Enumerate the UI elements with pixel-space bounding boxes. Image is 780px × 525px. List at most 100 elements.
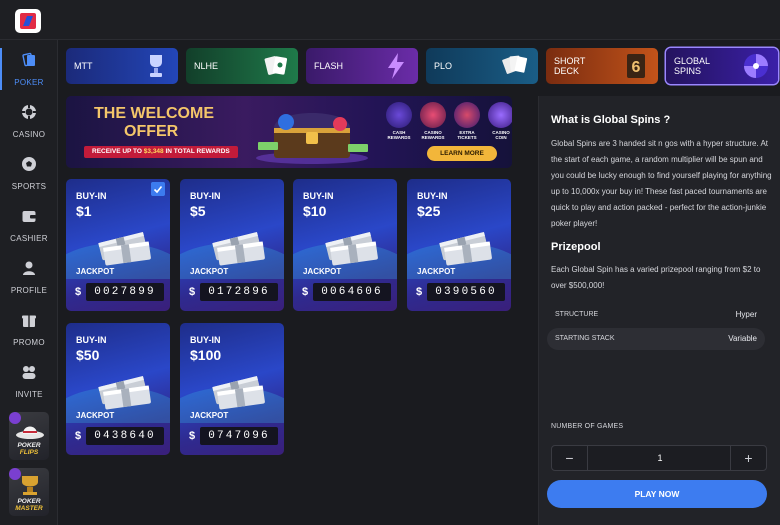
buyin-card[interactable]: BUY-IN $25 JACKPOT $0390560 — [407, 179, 511, 311]
games-quantity-input[interactable] — [589, 446, 731, 470]
banner-title-line2: OFFER — [124, 123, 179, 140]
jackpot-counter: 0064606 — [313, 283, 391, 301]
sidebar-item-label: PROMO — [13, 338, 45, 347]
promo-tile-line2: FLIPS — [19, 449, 39, 456]
banner-title: THE WELCOME OFFER — [94, 105, 214, 141]
sidebar-item-label: POKER — [14, 78, 44, 87]
cash-stack-icon — [439, 231, 492, 266]
jackpot-label: JACKPOT — [303, 267, 342, 276]
poker-flips-tile[interactable]: POKER FLIPS — [9, 412, 49, 460]
currency-symbol: $ — [301, 286, 309, 298]
sidebar-item-casino[interactable]: CASINO — [0, 98, 58, 146]
tab-short-deck[interactable]: SHORT DECK 6 — [546, 48, 658, 84]
decrement-button[interactable]: − — [552, 446, 588, 470]
sidebar-item-poker[interactable]: POKER — [0, 46, 58, 94]
reward-cash: CASH REWARDS — [384, 102, 414, 140]
tab-mtt[interactable]: MTT — [66, 48, 178, 84]
tab-flash[interactable]: FLASH — [306, 48, 418, 84]
reward-label: COIN — [495, 135, 507, 140]
banner-receive-strip: RECEIVE UP TO $3,348 IN TOTAL REWARDS — [84, 146, 238, 158]
tab-label: FLASH — [314, 61, 344, 71]
sidebar: POKER CASINO SPORTS CASHIER PROFILE PROM… — [0, 40, 58, 525]
currency-symbol: $ — [74, 430, 82, 442]
number-of-games-label: NUMBER OF GAMES — [551, 423, 624, 430]
wallet-icon — [22, 211, 36, 222]
starting-stack-row: STARTING STACK Variable — [547, 328, 765, 350]
currency-symbol: $ — [188, 286, 196, 298]
gift-icon — [22, 315, 36, 327]
increment-button[interactable]: + — [730, 446, 766, 470]
reward-coin: CASINO COIN — [486, 102, 512, 140]
reward-label: REWARDS — [421, 135, 445, 140]
buyin-amount: $25 — [417, 203, 441, 219]
poker-master-tile[interactable]: POKER MASTER — [9, 468, 49, 516]
cowboy-hat-icon — [16, 426, 44, 439]
tab-global-spins[interactable]: GLOBAL SPINS — [666, 48, 778, 84]
sidebar-item-profile[interactable]: PROFILE — [0, 254, 58, 302]
cash-stack-icon — [212, 231, 265, 266]
casino-reward-icon — [420, 102, 446, 128]
reward-casino: CASINO REWARDS — [418, 102, 448, 140]
jackpot-label: JACKPOT — [417, 267, 456, 276]
row-label: STARTING STACK — [555, 335, 615, 342]
jackpot-counter: 0390560 — [427, 283, 505, 301]
cash-reward-icon — [386, 102, 412, 128]
buyin-card[interactable]: BUY-IN $5 JACKPOT $0172896 — [180, 179, 284, 311]
buyin-label: BUY-IN — [76, 191, 107, 201]
buyin-label: BUY-IN — [190, 335, 221, 345]
buyin-label: BUY-IN — [190, 191, 221, 201]
buyin-card[interactable]: BUY-IN $10 JACKPOT $0064606 — [293, 179, 397, 311]
selected-check-icon — [151, 182, 165, 196]
sidebar-item-invite[interactable]: INVITE — [0, 358, 58, 406]
cash-stack-icon — [325, 231, 378, 266]
poker-icon — [22, 52, 35, 67]
jackpot-label: JACKPOT — [190, 267, 229, 276]
prizepool-description: Each Global Spin has a varied prizepool … — [551, 265, 761, 290]
sidebar-item-cashier[interactable]: CASHIER — [0, 202, 58, 250]
jackpot-counter: 0172896 — [200, 283, 278, 301]
banner-title-line1: THE WELCOME — [94, 105, 214, 122]
currency-symbol: $ — [188, 430, 196, 442]
buyin-card[interactable]: BUY-IN $50 JACKPOT $0438640 — [66, 323, 170, 455]
app-root: POKER CASINO SPORTS CASHIER PROFILE PROM… — [0, 0, 780, 525]
top-bar — [0, 0, 780, 40]
promo-tile-line1: POKER — [17, 442, 41, 449]
cash-stack-icon — [98, 375, 151, 410]
cash-stack-icon — [98, 231, 151, 266]
reward-label: REWARDS — [387, 135, 411, 140]
sidebar-item-sports[interactable]: SPORTS — [0, 150, 58, 198]
welcome-offer-banner[interactable]: THE WELCOME OFFER RECEIVE UP TO $3,348 I… — [66, 96, 512, 168]
play-now-button[interactable]: PLAY NOW — [547, 480, 767, 508]
lightning-icon — [388, 53, 404, 79]
currency-symbol: $ — [74, 286, 82, 298]
cards-fan-icon — [502, 55, 528, 74]
row-value: Variable — [728, 334, 757, 343]
sidebar-item-label: SPORTS — [11, 182, 47, 191]
sidebar-item-label: INVITE — [15, 390, 43, 399]
currency-symbol: $ — [415, 286, 423, 298]
tab-label: GLOBAL SPINS — [674, 56, 710, 76]
tab-plo[interactable]: PLO — [426, 48, 538, 84]
buyin-amount: $1 — [76, 203, 92, 219]
soccer-ball-icon — [22, 157, 36, 171]
promo-tile-line1: POKER — [17, 498, 41, 505]
brand-logo-icon[interactable] — [14, 8, 42, 34]
invite-icon — [22, 366, 36, 379]
svg-text:6: 6 — [632, 59, 641, 76]
buyin-label: BUY-IN — [417, 191, 448, 201]
receive-prefix: RECEIVE UP TO — [92, 148, 144, 155]
learn-more-button[interactable]: LEARN MORE — [427, 146, 497, 161]
buyin-card[interactable]: BUY-IN $1 JACKPOT $0027899 — [66, 179, 170, 311]
tab-label: NLHE — [194, 61, 219, 71]
tab-nlhe[interactable]: NLHE — [186, 48, 298, 84]
buyin-label: BUY-IN — [303, 191, 334, 201]
spin-wheel-icon — [744, 54, 768, 78]
casino-coin-icon — [488, 102, 512, 128]
games-stepper: − + — [551, 445, 767, 471]
reward-tickets: EXTRA TICKETS — [452, 102, 482, 140]
jackpot-label: JACKPOT — [190, 411, 229, 420]
tab-label: MTT — [74, 61, 93, 71]
sidebar-item-promo[interactable]: PROMO — [0, 306, 58, 354]
buyin-card[interactable]: BUY-IN $100 JACKPOT $0747096 — [180, 323, 284, 455]
jackpot-label: JACKPOT — [76, 411, 115, 420]
